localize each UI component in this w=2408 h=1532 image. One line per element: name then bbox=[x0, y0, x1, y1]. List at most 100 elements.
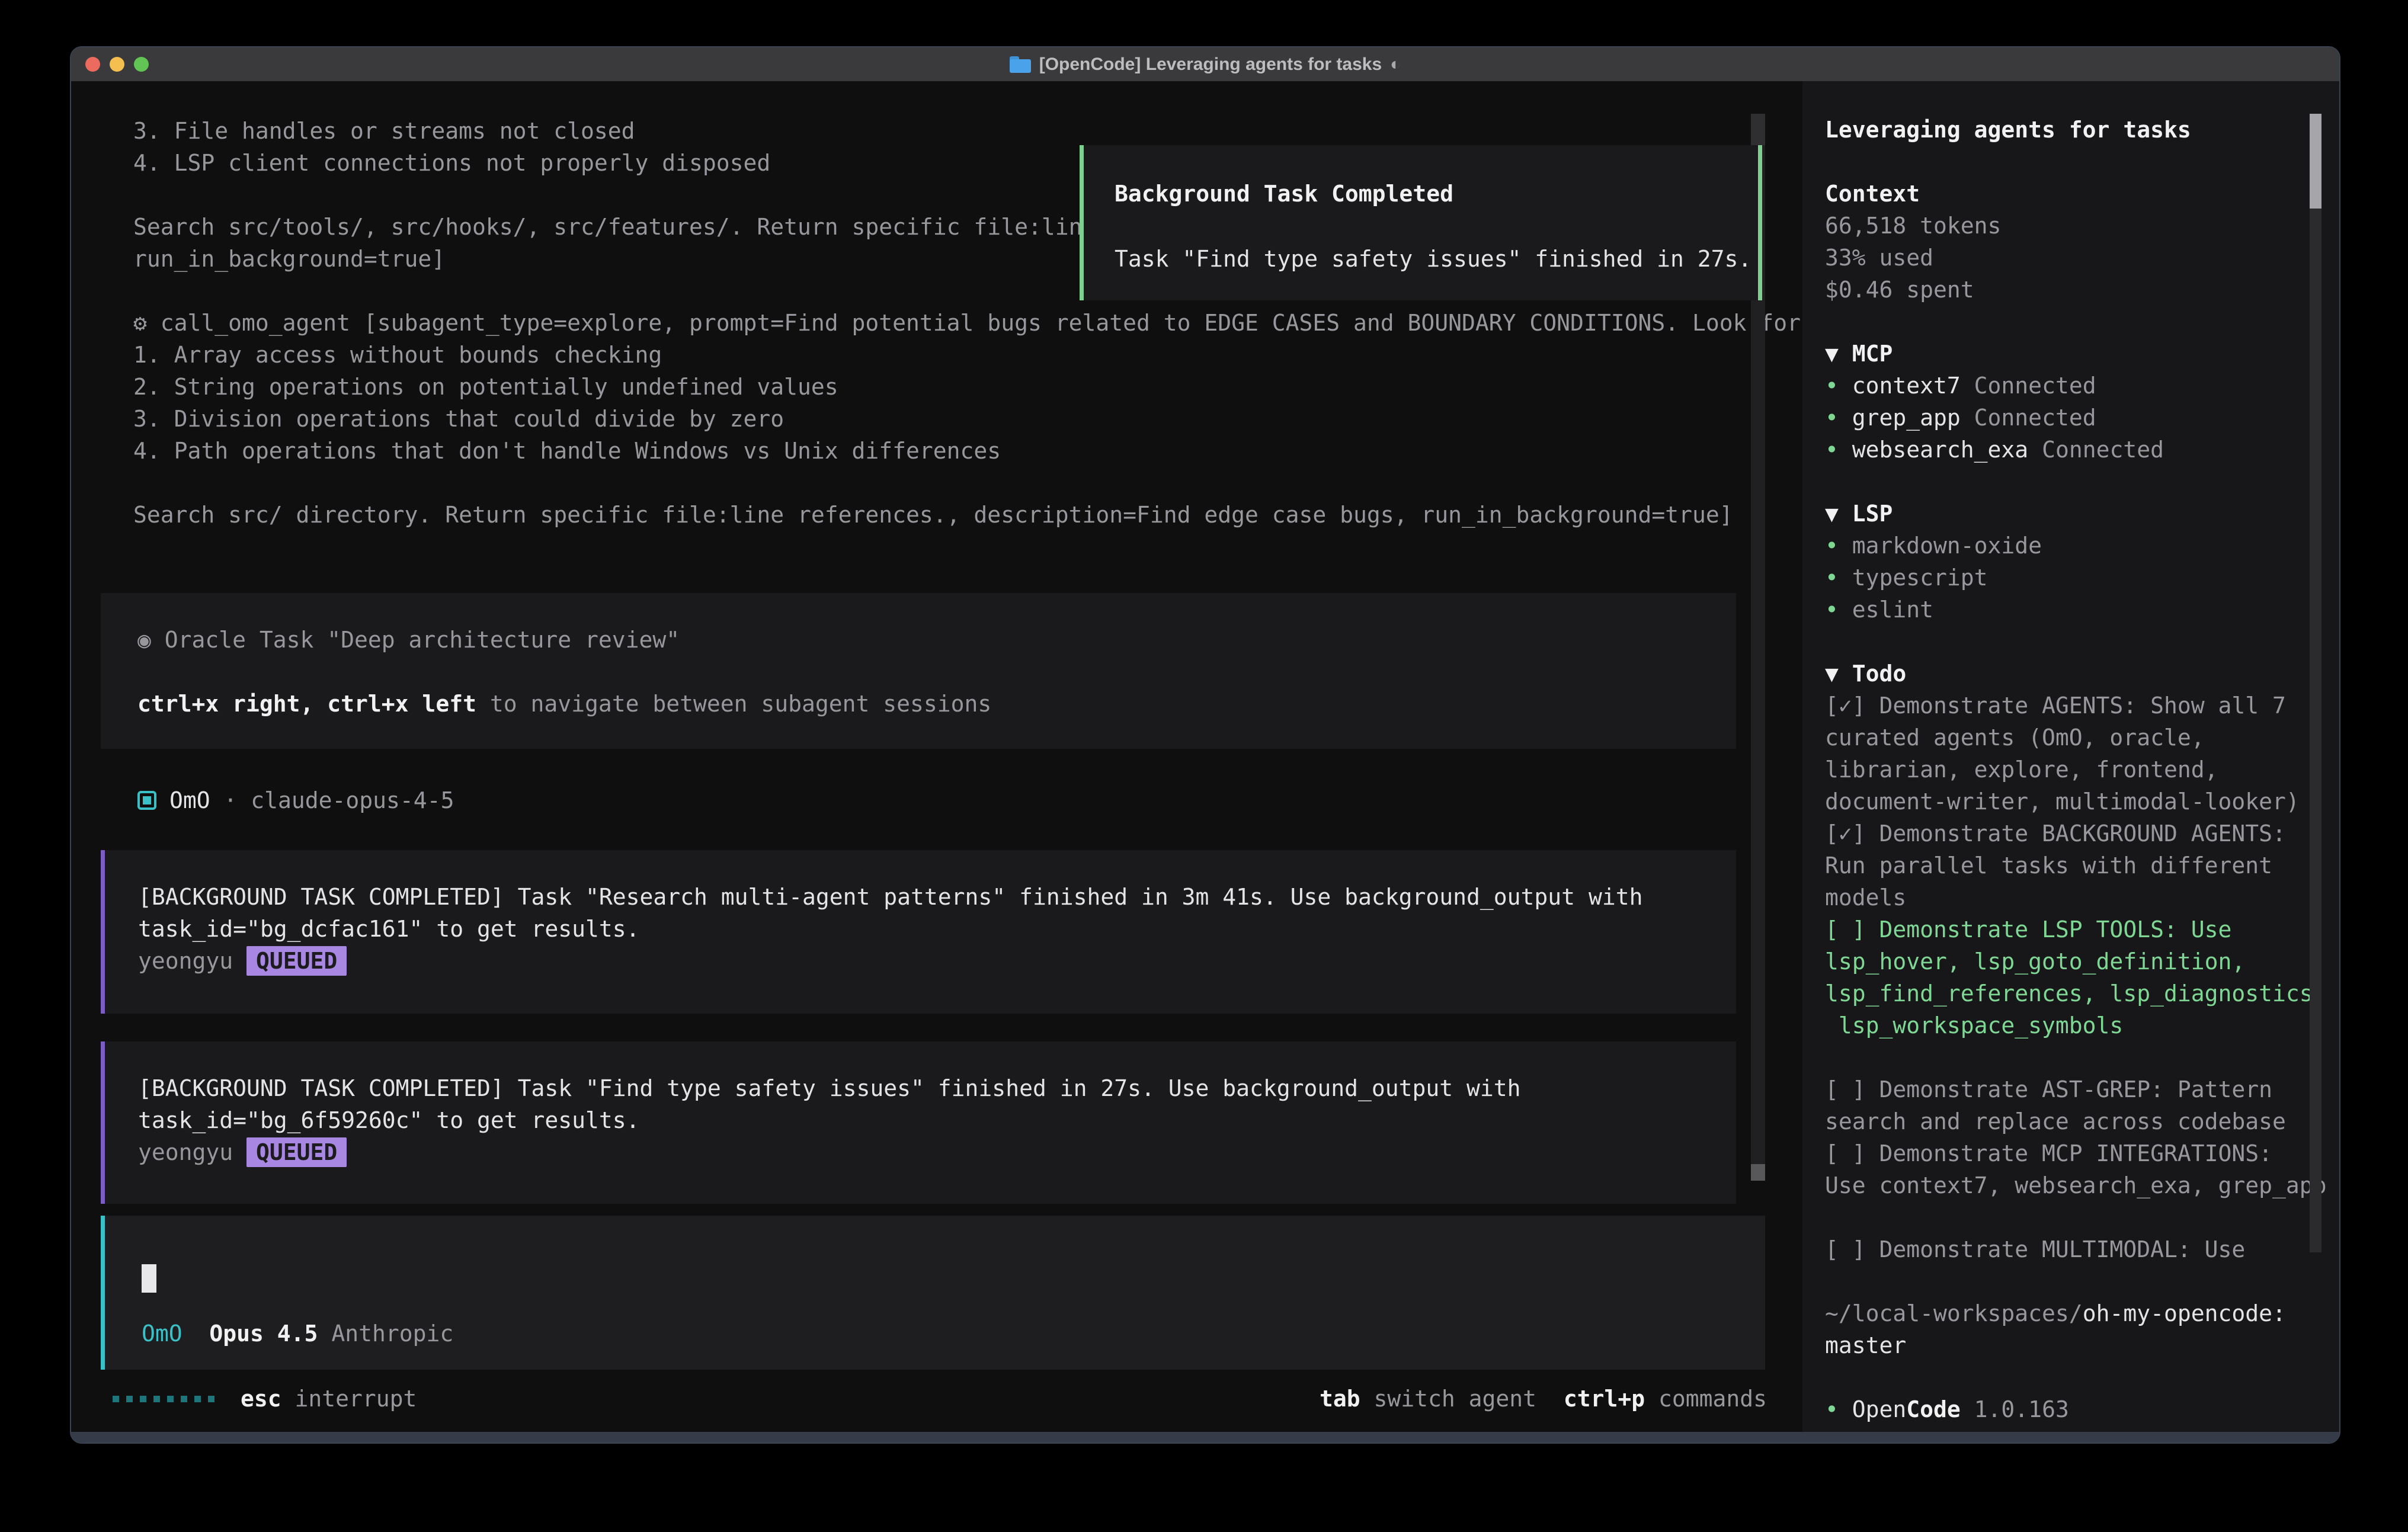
prompt-input[interactable]: OmO Opus 4.5 Anthropic bbox=[101, 1216, 1765, 1370]
terminal-line: task_id="bg_dcfac161" to get results. bbox=[138, 913, 1736, 945]
text-run: markdown-oxide bbox=[1852, 533, 2042, 559]
zoom-button[interactable] bbox=[134, 57, 149, 72]
text-run: 3. Division operations that could divide… bbox=[133, 406, 784, 432]
terminal-line: ◉ Oracle Task "Deep architecture review" bbox=[137, 624, 1736, 656]
spinner-dots bbox=[113, 1396, 214, 1402]
terminal-line: task_id="bg_6f59260c" to get results. bbox=[138, 1104, 1736, 1136]
text-run: ⚙ call_omo_agent [subagent_type=explore,… bbox=[133, 310, 1801, 336]
terminal-line: ▼ Todo bbox=[1825, 658, 2311, 690]
terminal-line: esc interrupt bbox=[241, 1383, 417, 1415]
text-run: [ ] Demonstrate AST-GREP: Pattern bbox=[1825, 1076, 2272, 1102]
terminal-line: ~/local-workspaces/oh-my-opencode: bbox=[1825, 1297, 2311, 1329]
spinner-dot bbox=[113, 1396, 119, 1402]
terminal-line: [ ] Demonstrate MULTIMODAL: Use bbox=[1825, 1233, 2311, 1265]
folder-icon bbox=[1010, 56, 1031, 73]
terminal-line: • websearch_exa Connected bbox=[1825, 434, 2311, 466]
terminal-line bbox=[1825, 146, 2311, 178]
minimize-button[interactable] bbox=[110, 57, 124, 72]
text-run: • bbox=[1825, 405, 1852, 431]
text-run: grep_app bbox=[1852, 405, 1961, 431]
spinner-dot bbox=[181, 1396, 187, 1402]
text-run: [✓] Demonstrate AGENTS: Show all 7 bbox=[1825, 693, 2286, 719]
notification-title: Background Task Completed bbox=[1115, 181, 1453, 207]
terminal-line bbox=[1825, 626, 2311, 658]
background-task-block: [BACKGROUND TASK COMPLETED] Task "Find t… bbox=[101, 1041, 1736, 1204]
terminal-line: 4. Path operations that don't handle Win… bbox=[133, 435, 1801, 467]
text-run: • bbox=[1825, 373, 1852, 399]
text-run: • bbox=[1825, 565, 1852, 591]
terminal-line: [ ] Demonstrate LSP TOOLS: Use bbox=[1825, 914, 2311, 946]
terminal-line bbox=[1825, 1041, 2311, 1073]
text-run: Connected bbox=[2028, 437, 2164, 463]
text-run: 4. LSP client connections not properly d… bbox=[133, 150, 770, 176]
terminal-line: Run parallel tasks with different bbox=[1825, 850, 2311, 882]
text-run: 66,518 tokens bbox=[1825, 213, 2001, 239]
text-run: ▼ LSP bbox=[1825, 501, 1893, 527]
text-run: ▼ MCP bbox=[1825, 341, 1893, 367]
text-run: • bbox=[1825, 1396, 1852, 1422]
terminal-line: lsp_find_references, lsp_diagnostics, bbox=[1825, 977, 2311, 1009]
text-run: switch agent bbox=[1360, 1386, 1536, 1412]
terminal-line: 66,518 tokens bbox=[1825, 210, 2311, 242]
spinner-dot bbox=[126, 1396, 133, 1402]
text-run: Open bbox=[1852, 1396, 1907, 1422]
text-run: task_id="bg_6f59260c" to get results. bbox=[138, 1107, 639, 1133]
session-state-icon: ◐ bbox=[1390, 55, 1401, 75]
terminal-main: 3. File handles or streams not closed 4. … bbox=[71, 81, 1802, 1432]
text-run: lsp_hover, lsp_goto_definition, bbox=[1825, 948, 2245, 975]
terminal-line: 1. Array access without bounds checking bbox=[133, 339, 1801, 371]
terminal-line: [ ] Demonstrate AST-GREP: Pattern bbox=[1825, 1073, 2311, 1105]
terminal-line: yeongyu QUEUED bbox=[138, 1136, 1736, 1168]
terminal-line bbox=[1825, 1361, 2311, 1393]
sidebar-scrollbar-thumb[interactable] bbox=[2310, 114, 2321, 209]
text-run: context7 bbox=[1852, 373, 1961, 399]
terminal-line: Leveraging agents for tasks bbox=[1825, 114, 2311, 146]
agent-header-text: OmO · claude-opus-4-5 bbox=[169, 784, 454, 816]
text-run: Connected bbox=[1961, 405, 2096, 431]
titlebar[interactable]: [OpenCode] Leveraging agents for tasks ◐ bbox=[71, 47, 2339, 82]
spinner-dot bbox=[208, 1396, 214, 1402]
terminal-line: curated agents (OmO, oracle, bbox=[1825, 722, 2311, 754]
sidebar[interactable]: Leveraging agents for tasks Context 66,518… bbox=[1802, 81, 2340, 1432]
agent-icon bbox=[137, 791, 156, 810]
terminal-line: lsp_hover, lsp_goto_definition, bbox=[1825, 946, 2311, 977]
text-run: $0.46 spent bbox=[1825, 277, 1974, 303]
text-run: eslint bbox=[1852, 597, 1933, 623]
text-run: Anthropic bbox=[318, 1321, 453, 1347]
text-run: [ ] Demonstrate MCP INTEGRATIONS: bbox=[1825, 1140, 2272, 1166]
terminal-line: 3. File handles or streams not closed bbox=[133, 115, 1801, 147]
text-run: Connected bbox=[1961, 373, 2096, 399]
terminal-line: • typescript bbox=[1825, 562, 2311, 594]
terminal-line: OmO Opus 4.5 Anthropic bbox=[142, 1318, 453, 1350]
scrollbar-cap bbox=[1751, 114, 1765, 145]
terminal-line bbox=[1825, 466, 2311, 498]
terminal-line: models bbox=[1825, 882, 2311, 914]
terminal-line: Search src/ directory. Return specific f… bbox=[133, 499, 1801, 531]
text-run: run_in_background=true] bbox=[133, 246, 445, 272]
text-run: Leveraging agents for tasks bbox=[1825, 117, 2191, 143]
text-run: Code bbox=[1906, 1396, 1961, 1422]
notification-toast[interactable]: Background Task Completed Task "Find typ… bbox=[1080, 145, 1762, 300]
terminal-line: • grep_app Connected bbox=[1825, 402, 2311, 434]
scrollbar-thumb[interactable] bbox=[1751, 1164, 1765, 1181]
app-window: [OpenCode] Leveraging agents for tasks ◐… bbox=[70, 46, 2340, 1444]
terminal-line: document-writer, multimodal-looker) bbox=[1825, 786, 2311, 818]
close-button[interactable] bbox=[85, 57, 100, 72]
terminal-line: 33% used bbox=[1825, 242, 2311, 274]
terminal-line: • OpenCode 1.0.163 bbox=[1825, 1393, 2311, 1425]
spinner-dot bbox=[194, 1396, 201, 1402]
text-run: ~/local-workspaces/ bbox=[1825, 1300, 2083, 1326]
text-run: 1.0.163 bbox=[1961, 1396, 2069, 1422]
terminal-line bbox=[1825, 1265, 2311, 1297]
terminal-line: [BACKGROUND TASK COMPLETED] Task "Find t… bbox=[138, 1072, 1736, 1104]
text-run: interrupt bbox=[281, 1386, 417, 1412]
window-bottom-edge bbox=[71, 1432, 2339, 1444]
terminal-line: Context bbox=[1825, 178, 2311, 210]
terminal-line: $0.46 spent bbox=[1825, 274, 2311, 306]
traffic-lights bbox=[85, 47, 149, 81]
sidebar-scrollbar[interactable] bbox=[2310, 114, 2321, 1252]
terminal-line: 2. String operations on potentially unde… bbox=[133, 371, 1801, 403]
text-run: ◉ Oracle Task "Deep architecture review" bbox=[137, 627, 680, 653]
text-run: typescript bbox=[1852, 565, 1988, 591]
text-run: [ ] Demonstrate MULTIMODAL: Use bbox=[1825, 1236, 2245, 1262]
